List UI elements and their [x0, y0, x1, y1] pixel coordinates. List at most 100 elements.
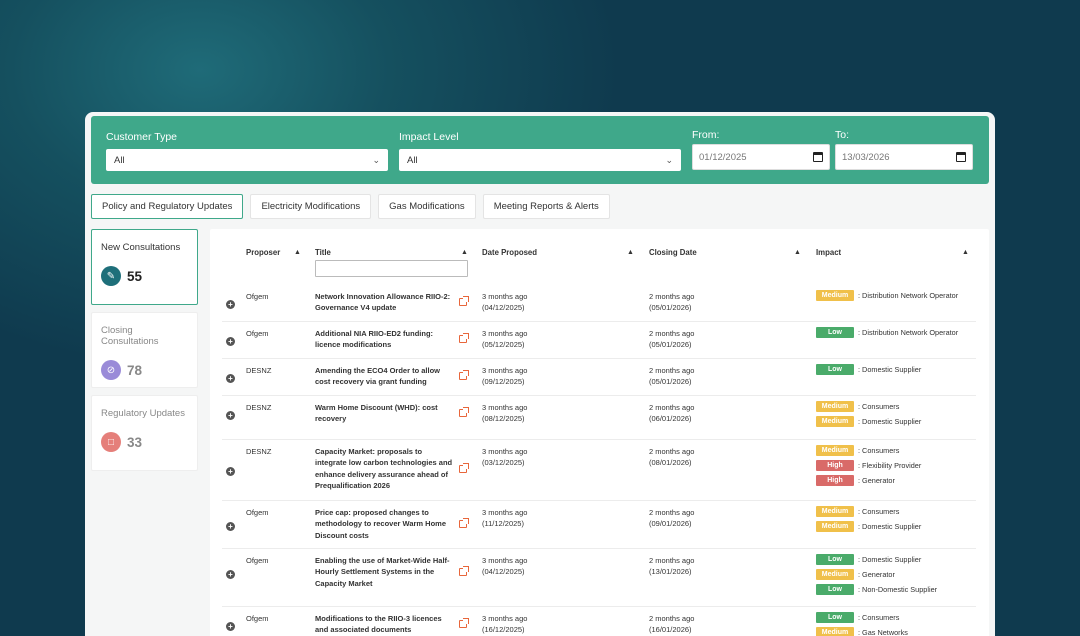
absolute-date: (04/12/2025)	[482, 303, 525, 313]
impact-entry: Low: Consumers	[816, 610, 908, 625]
card-new-consultations[interactable]: New Consultations ✎ 55	[91, 229, 198, 305]
absolute-date: (11/12/2025)	[482, 519, 524, 529]
table-row[interactable]: + DESNZ Amending the ECO4 Order to allow c…	[222, 359, 976, 396]
impact-entry: Medium : Distribution Network Operator	[816, 288, 958, 303]
impact-group: : Distribution Network Operator	[858, 290, 959, 300]
card-count: 78	[127, 362, 143, 378]
from-date-input[interactable]: 01/12/2025	[692, 144, 830, 170]
impact-level-badge: High	[816, 460, 854, 471]
impact-cell: Medium: Consumers Medium: Domestic Suppli…	[816, 504, 921, 534]
proposer-cell: Ofgem	[246, 292, 269, 301]
card-closing-consultations[interactable]: Closing Consultations ⊘ 78	[91, 312, 198, 388]
relative-date: 3 months ago	[482, 614, 528, 623]
impact-group: : Flexibility Provider	[858, 460, 922, 470]
to-label: To:	[835, 129, 850, 141]
sort-asc-icon[interactable]: ▲	[294, 249, 301, 256]
absolute-date: (05/01/2026)	[649, 377, 692, 387]
table-row[interactable]: + DESNZ Capacity Market: proposals to inte…	[222, 440, 976, 501]
tab-gas-modifications[interactable]: Gas Modifications	[378, 194, 476, 219]
external-link-icon[interactable]	[459, 565, 469, 576]
sort-asc-icon[interactable]: ▲	[962, 249, 969, 256]
header-closing-date[interactable]: Closing Date	[649, 248, 697, 257]
card-regulatory-updates[interactable]: Regulatory Updates □ 33	[91, 395, 198, 471]
table-row[interactable]: + Ofgem Price cap: proposed changes to met…	[222, 501, 976, 549]
impact-level-badge: Low	[816, 554, 854, 565]
impact-level-value: All	[407, 154, 418, 166]
customer-type-label: Customer Type	[106, 131, 178, 143]
absolute-date: (13/01/2026)	[649, 567, 692, 577]
relative-date: 2 months ago	[649, 556, 695, 565]
absolute-date: (05/01/2026)	[649, 303, 692, 313]
impact-cell: Low: Domestic Supplier	[816, 362, 921, 377]
expand-row-icon[interactable]: +	[226, 569, 235, 579]
calendar-icon[interactable]	[813, 152, 823, 162]
table-row[interactable]: + Ofgem Additional NIA RIIO-ED2 funding: l…	[222, 322, 976, 359]
header-proposer[interactable]: Proposer	[246, 248, 280, 257]
header-title[interactable]: Title	[315, 248, 331, 257]
to-date-input[interactable]: 13/03/2026	[835, 144, 973, 170]
impact-entry: Medium : Consumers	[816, 443, 921, 458]
impact-entry: Medium: Generator	[816, 567, 937, 582]
tab-electricity-modifications[interactable]: Electricity Modifications	[250, 194, 372, 219]
external-link-icon[interactable]	[459, 462, 469, 473]
absolute-date: (05/01/2026)	[649, 340, 692, 350]
calendar-icon[interactable]	[956, 152, 966, 162]
external-link-icon[interactable]	[459, 296, 469, 307]
expand-row-icon[interactable]: +	[226, 466, 235, 476]
sort-asc-icon[interactable]: ▲	[461, 249, 468, 256]
table-row[interactable]: + Ofgem Network Innovation Allowance RIIO-…	[222, 285, 976, 322]
impact-level-badge: Medium	[816, 521, 854, 532]
expand-row-icon[interactable]: +	[226, 300, 235, 310]
title-cell: Warm Home Discount (WHD): cost recovery	[315, 403, 438, 424]
from-label: From:	[692, 129, 720, 141]
date-proposed-cell: 3 months ago (16/12/2025)	[482, 613, 527, 636]
expand-row-icon[interactable]: +	[226, 622, 235, 632]
closing-date-cell: 2 months ago (05/01/2026)	[649, 365, 694, 388]
title-filter-input[interactable]	[315, 260, 468, 277]
impact-entry: High : Flexibility Provider	[816, 458, 921, 473]
table-row[interactable]: + DESNZ Warm Home Discount (WHD): cost rec…	[222, 396, 976, 440]
tab-meeting-reports-alerts[interactable]: Meeting Reports & Alerts	[482, 194, 610, 219]
header-date-proposed[interactable]: Date Proposed	[482, 248, 537, 257]
expand-row-icon[interactable]: +	[226, 337, 235, 347]
relative-date: 2 months ago	[649, 447, 695, 456]
date-proposed-cell: 3 months ago (09/12/2025)	[482, 365, 527, 388]
external-link-icon[interactable]	[459, 333, 469, 344]
impact-entry: Medium: Consumers	[816, 504, 921, 519]
table-row[interactable]: + Ofgem Enabling the use of Market-Wide Ha…	[222, 549, 976, 607]
impact-group: : Consumers	[858, 506, 900, 516]
impact-level-select[interactable]: All ⌄	[399, 149, 681, 171]
app-window: Customer Type All ⌄ Impact Level All ⌄ F…	[85, 112, 995, 636]
closing-date-cell: 2 months ago (05/01/2026)	[649, 328, 694, 351]
expand-row-icon[interactable]: +	[226, 374, 235, 384]
table-row[interactable]: + Ofgem Modifications to the RIIO-3 licenc…	[222, 607, 976, 636]
relative-date: 2 months ago	[649, 403, 695, 412]
title-cell: Network Innovation Allowance RIIO-2: Gov…	[315, 292, 451, 313]
consultations-table: Proposer ▲ Title ▲ Date Proposed ▲ Closi…	[210, 229, 989, 636]
external-link-icon[interactable]	[459, 407, 469, 418]
impact-group: : Consumers	[858, 445, 900, 455]
header-impact[interactable]: Impact	[816, 248, 841, 257]
impact-level-badge: Medium	[816, 445, 854, 456]
impact-level-badge: Medium	[816, 290, 854, 301]
card-title: Closing Consultations	[101, 325, 159, 347]
card-count: 33	[127, 434, 143, 450]
external-link-icon[interactable]	[459, 618, 469, 629]
closing-date-cell: 2 months ago (09/01/2026)	[649, 507, 694, 530]
proposer-cell: DESNZ	[246, 403, 272, 412]
external-link-icon[interactable]	[459, 517, 469, 528]
sort-asc-icon[interactable]: ▲	[627, 249, 634, 256]
absolute-date: (09/12/2025)	[482, 377, 525, 387]
sort-asc-icon[interactable]: ▲	[794, 249, 801, 256]
tab-policy-regulatory-updates[interactable]: Policy and Regulatory Updates	[91, 194, 244, 219]
date-proposed-cell: 3 months ago (08/12/2025)	[482, 402, 527, 425]
external-link-icon[interactable]	[459, 370, 469, 381]
message-icon: □	[101, 432, 121, 452]
expand-row-icon[interactable]: +	[226, 411, 235, 421]
relative-date: 3 months ago	[482, 556, 528, 565]
impact-group: : Distribution Network Operator	[858, 327, 959, 337]
date-proposed-cell: 3 months ago (04/12/2025)	[482, 555, 527, 578]
expand-row-icon[interactable]: +	[226, 521, 235, 531]
customer-type-select[interactable]: All ⌄	[106, 149, 388, 171]
impact-level-badge: Medium	[816, 401, 854, 412]
